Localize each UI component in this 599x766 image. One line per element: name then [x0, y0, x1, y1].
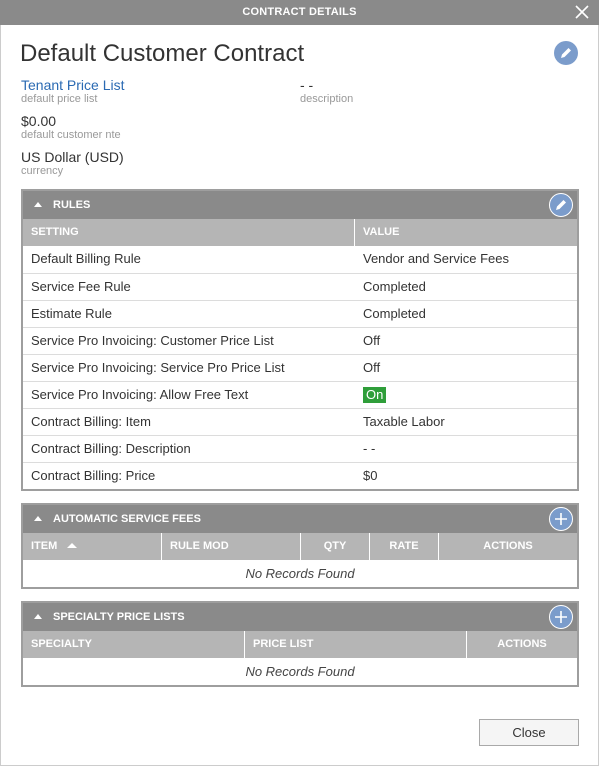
column-qty[interactable]: QTY	[301, 533, 370, 560]
close-button[interactable]: Close	[479, 719, 579, 746]
pencil-icon	[561, 48, 571, 58]
column-price-list[interactable]: PRICE LIST	[245, 631, 467, 658]
plus-icon	[555, 611, 567, 623]
rule-setting: Service Pro Invoicing: Allow Free Text	[31, 387, 249, 402]
sort-ascending-icon	[67, 543, 78, 548]
column-rule-mod[interactable]: RULE MOD	[162, 533, 301, 560]
specialty-panel: SPECIALTY PRICE LISTS SPECIALTY PRICE LI…	[21, 601, 579, 687]
service-fees-empty-message: No Records Found	[245, 566, 355, 581]
table-row: Contract Billing: Price $0	[23, 462, 577, 489]
currency-label: currency	[21, 165, 64, 177]
service-fees-column-header: ITEM RULE MOD QTY RATE ACTIONS	[23, 533, 577, 560]
page-title: Default Customer Contract	[20, 40, 305, 67]
plus-icon	[555, 513, 567, 525]
rule-setting: Contract Billing: Description	[31, 441, 191, 456]
add-service-fee-button[interactable]	[549, 507, 573, 531]
collapse-icon[interactable]	[34, 516, 42, 521]
rule-setting: Estimate Rule	[31, 306, 112, 321]
on-status-badge: On	[363, 387, 387, 403]
specialty-panel-header[interactable]: SPECIALTY PRICE LISTS	[23, 603, 577, 631]
price-list-link[interactable]: Tenant Price List	[21, 77, 125, 93]
table-row: Service Fee Rule Completed	[23, 273, 577, 300]
rule-value: Vendor and Service Fees	[363, 251, 509, 266]
pencil-icon	[556, 200, 566, 210]
rule-setting: Contract Billing: Item	[31, 414, 151, 429]
currency-field: US Dollar (USD) currency	[21, 149, 124, 178]
table-row: Default Billing Rule Vendor and Service F…	[23, 246, 577, 273]
collapse-icon[interactable]	[34, 614, 42, 619]
rule-setting: Service Fee Rule	[31, 279, 131, 294]
rule-value: Completed	[363, 279, 426, 294]
column-rate[interactable]: RATE	[370, 533, 439, 560]
dialog-titlebar: CONTRACT DETAILS	[0, 0, 599, 25]
rule-setting: Service Pro Invoicing: Customer Price Li…	[31, 333, 274, 348]
rules-panel-header[interactable]: RULES	[23, 191, 577, 219]
price-list-label: default price list	[21, 93, 98, 105]
nte-label: default customer nte	[21, 129, 121, 141]
collapse-icon[interactable]	[34, 202, 42, 207]
table-row: Contract Billing: Item Taxable Labor	[23, 408, 577, 435]
rules-panel: RULES SETTING VALUE Default Billing Rule…	[21, 189, 579, 491]
column-actions: ACTIONS	[497, 638, 547, 650]
edit-rules-button[interactable]	[549, 193, 573, 217]
table-row: Contract Billing: Description - -	[23, 435, 577, 462]
currency-value: US Dollar (USD)	[21, 149, 124, 165]
rule-value: Completed	[363, 306, 426, 321]
rules-table-body: Default Billing Rule Vendor and Service F…	[23, 246, 577, 489]
edit-contract-button[interactable]	[554, 41, 578, 65]
rule-value: Taxable Labor	[363, 414, 445, 429]
nte-field: $0.00 default customer nte	[21, 113, 121, 142]
column-actions: ACTIONS	[483, 540, 533, 552]
service-fees-panel-header[interactable]: AUTOMATIC SERVICE FEES	[23, 505, 577, 533]
specialty-empty-message: No Records Found	[245, 664, 355, 679]
rules-column-header: SETTING VALUE	[23, 219, 577, 246]
dialog-title: CONTRACT DETAILS	[242, 6, 357, 18]
price-list-field: Tenant Price List default price list	[21, 77, 125, 106]
rules-title: RULES	[53, 199, 91, 211]
rule-value: Off	[363, 333, 381, 348]
specialty-column-header: SPECIALTY PRICE LIST ACTIONS	[23, 631, 577, 658]
rule-setting: Default Billing Rule	[31, 251, 141, 266]
specialty-title: SPECIALTY PRICE LISTS	[53, 611, 185, 623]
rule-setting: Contract Billing: Price	[31, 468, 156, 483]
table-row: Service Pro Invoicing: Service Pro Price…	[23, 354, 577, 381]
add-specialty-button[interactable]	[549, 605, 573, 629]
table-row: Estimate Rule Completed	[23, 300, 577, 327]
column-item-label: ITEM	[31, 540, 58, 552]
nte-value: $0.00	[21, 113, 57, 129]
service-fees-title: AUTOMATIC SERVICE FEES	[53, 513, 201, 525]
column-specialty[interactable]: SPECIALTY	[23, 631, 245, 658]
rule-value: Off	[363, 360, 381, 375]
description-field: - - description	[300, 77, 353, 106]
column-item[interactable]: ITEM	[23, 533, 162, 560]
column-setting[interactable]: SETTING	[23, 219, 355, 246]
description-value: - -	[300, 77, 314, 93]
rule-setting: Service Pro Invoicing: Service Pro Price…	[31, 360, 285, 375]
rule-value: $0	[363, 468, 378, 483]
rule-value: On	[355, 382, 577, 408]
column-value[interactable]: VALUE	[355, 219, 577, 246]
close-icon[interactable]	[573, 3, 591, 21]
rule-value: - -	[363, 441, 376, 456]
table-row: Service Pro Invoicing: Allow Free Text On	[23, 381, 577, 408]
description-label: description	[300, 93, 354, 105]
table-row: Service Pro Invoicing: Customer Price Li…	[23, 327, 577, 354]
service-fees-panel: AUTOMATIC SERVICE FEES ITEM RULE MOD QTY…	[21, 503, 579, 589]
